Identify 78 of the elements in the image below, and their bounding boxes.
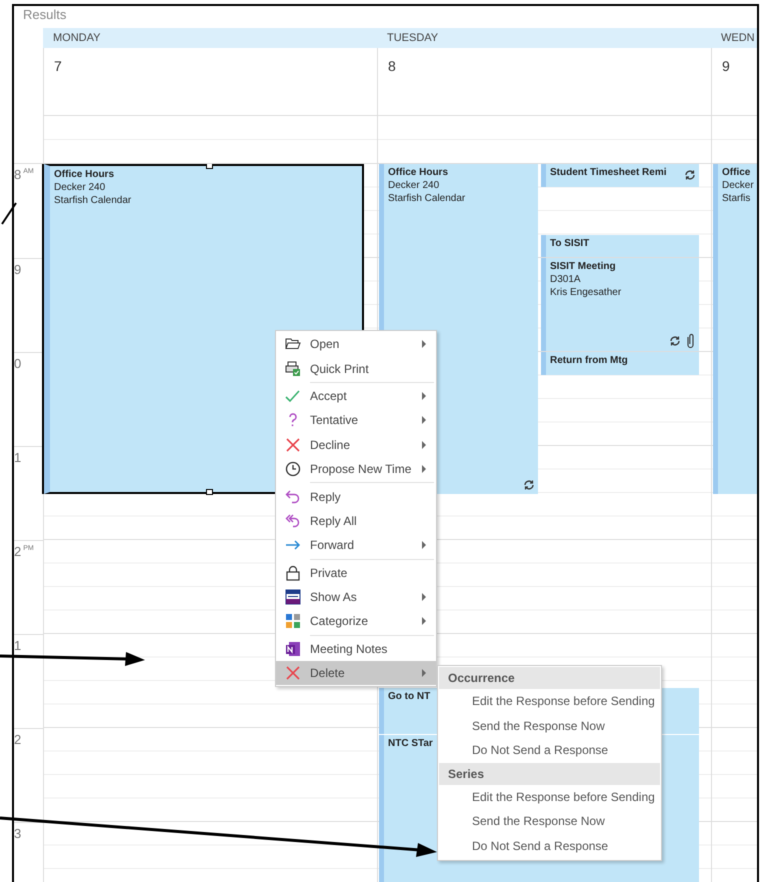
submenu-header: Series (439, 762, 660, 785)
menu-item[interactable]: Edit the Response before Sending (439, 689, 660, 714)
paperclip-icon (685, 333, 696, 348)
delete-icon (285, 665, 301, 682)
submenu-arrow-icon (422, 465, 426, 474)
menu-item[interactable]: Send the Response Now (439, 809, 660, 834)
color-grid-icon (285, 613, 301, 630)
recurrence-icon (684, 169, 696, 181)
event-title: NTC STar (388, 737, 433, 750)
menu-item[interactable]: Forward (276, 533, 436, 558)
date-number: 8 (388, 58, 396, 74)
recurrence-icon (669, 334, 681, 346)
event-detail: Starfish Calendar (388, 192, 466, 205)
lock-icon (285, 564, 301, 581)
event-block[interactable]: Return from Mtg (541, 352, 699, 374)
cross-icon (285, 436, 301, 453)
event-block[interactable]: To SISIT (541, 234, 699, 257)
event-detail: Starfish Calendar (54, 194, 132, 207)
menu-item[interactable]: Meeting Notes (276, 636, 436, 662)
submenu-arrow-icon (422, 541, 426, 550)
hour-label: 3 (14, 826, 22, 841)
event-detail: Decker (722, 179, 754, 192)
calendar-bar-icon (285, 589, 301, 606)
hour-label: 9 (14, 262, 22, 277)
menu-item[interactable]: Private (276, 560, 436, 585)
submenu-arrow-icon (422, 617, 426, 626)
date-number: 7 (54, 58, 62, 74)
date-number: 9 (722, 58, 730, 74)
resize-handle[interactable] (206, 489, 213, 496)
event-title: Office Hours (54, 168, 114, 181)
event-title: Return from Mtg (550, 354, 628, 367)
event-detail: Decker 240 (54, 181, 106, 194)
day-header: WEDN (711, 28, 757, 48)
menu-item[interactable]: Show As (276, 584, 436, 610)
day-header: TUESDAY (377, 28, 711, 48)
submenu-arrow-icon (422, 416, 426, 424)
event-title: Office (722, 166, 750, 179)
menu-item[interactable]: Reply All (276, 508, 436, 534)
event-title: Go to NT (388, 690, 430, 704)
hour-label: 8 (14, 167, 22, 182)
submenu-arrow-icon (422, 440, 426, 449)
submenu-arrow-icon (422, 669, 426, 678)
event-block[interactable]: Student Timesheet Remi (541, 164, 699, 186)
event-title: Office Hours (388, 166, 448, 179)
event-detail: Decker 240 (388, 179, 440, 192)
event-detail: D301A (550, 273, 581, 286)
submenu-arrow-icon (422, 593, 426, 602)
event-detail: Starfis (722, 192, 750, 205)
submenu-header: Occurrence (439, 667, 660, 689)
event-block[interactable]: Office Decker Starfis (713, 164, 757, 494)
results-title: Results (22, 6, 68, 24)
day-header: MONDAY (43, 28, 377, 48)
notebook-icon (285, 640, 301, 657)
reply-all-icon (285, 512, 301, 529)
event-title: Student Timesheet Remi (550, 166, 667, 179)
menu-item[interactable]: Do Not Send a Response (439, 834, 660, 859)
hour-label: 2 (14, 544, 22, 559)
menu-item[interactable]: Edit the Response before Sending (439, 784, 660, 810)
recurrence-icon (523, 479, 535, 492)
menu-item[interactable]: Do Not Send a Response (439, 738, 660, 763)
hour-label: 1 (14, 450, 22, 465)
clock-icon (285, 461, 301, 478)
resize-handle[interactable] (206, 164, 213, 169)
menu-item[interactable]: Send the Response Now (439, 714, 660, 738)
event-title: To SISIT (550, 236, 590, 250)
event-detail: Kris Engesather (550, 286, 622, 299)
menu-item[interactable]: Delete (276, 661, 436, 686)
printer-icon (285, 360, 301, 377)
hour-label: 1 (14, 638, 22, 653)
menu-item[interactable]: Categorize (276, 609, 436, 634)
submenu-arrow-icon (422, 340, 426, 348)
check-icon (285, 388, 301, 404)
hour-label: 2 (14, 732, 22, 747)
event-block[interactable]: SISIT Meeting D301A Kris Engesather (541, 258, 699, 351)
hour-label: 0 (14, 356, 22, 371)
submenu-arrow-icon (422, 392, 426, 400)
reply-icon (285, 488, 301, 505)
event-title: SISIT Meeting (550, 260, 616, 273)
